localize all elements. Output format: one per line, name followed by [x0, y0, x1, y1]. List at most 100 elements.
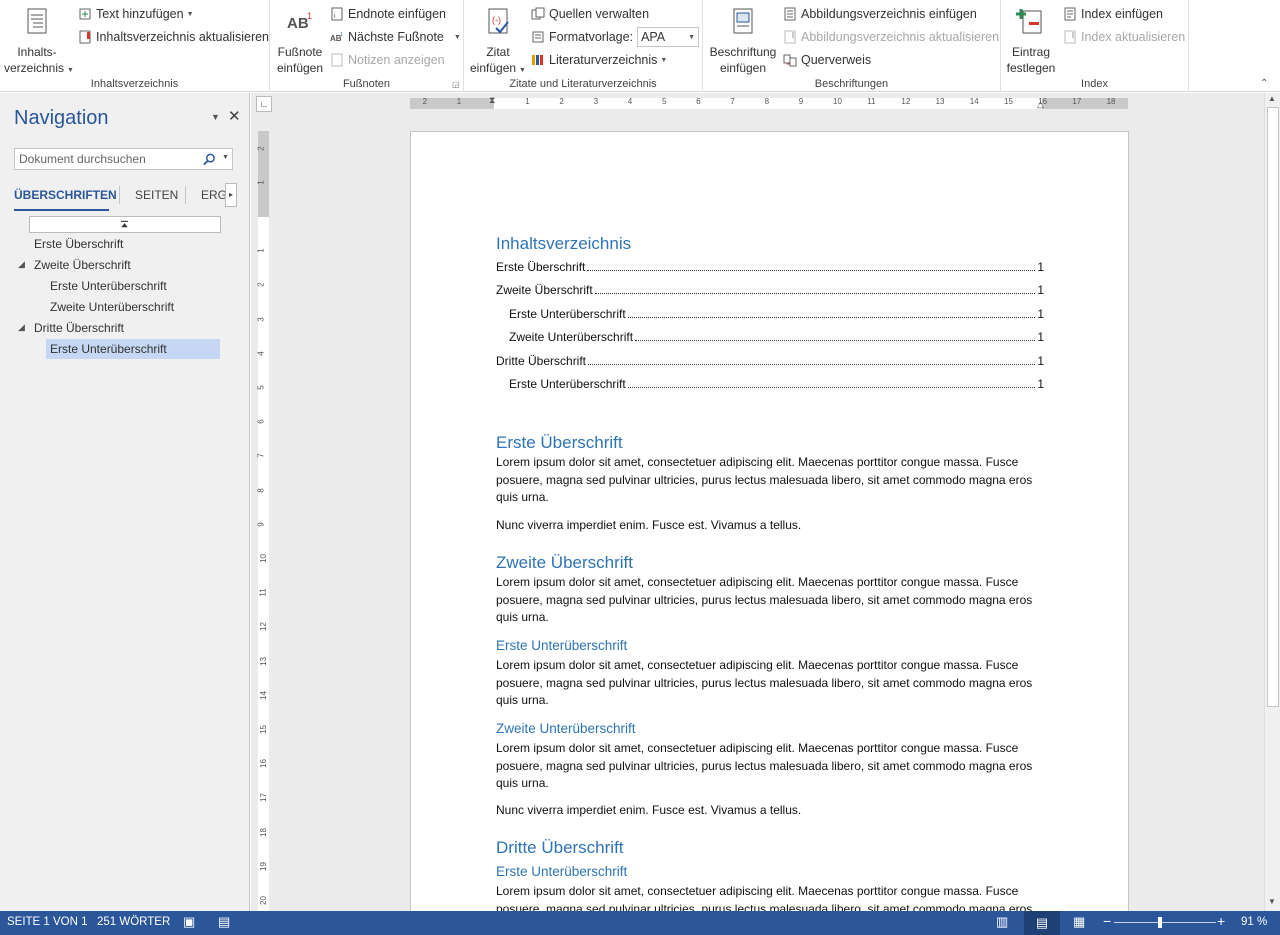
update-toc-button[interactable]: Inhaltsverzeichnis aktualisieren: [78, 27, 269, 47]
ruler-tick-label: 17: [258, 793, 268, 803]
expand-triangle-icon[interactable]: ◢: [18, 322, 25, 333]
insert-index-button[interactable]: Index einfügen: [1063, 4, 1163, 24]
right-indent-marker-icon[interactable]: △: [1037, 99, 1044, 110]
search-icon[interactable]: [203, 153, 216, 166]
insert-endnote-button[interactable]: i Endnote einfügen: [330, 4, 446, 24]
toc-icon: [27, 8, 47, 34]
page-count[interactable]: SEITE 1 VON 1: [7, 916, 88, 928]
toc-entry[interactable]: Dritte Überschrift 1: [496, 352, 1044, 368]
heading-sub3: Erste Unterüberschrift: [496, 864, 628, 879]
toc-entry[interactable]: Erste Überschrift 1: [496, 258, 1044, 274]
manage-sources-button[interactable]: Quellen verwalten: [531, 4, 649, 24]
collapse-ribbon-icon[interactable]: ⌃: [1260, 78, 1268, 89]
ruler-tick-label: 4: [627, 97, 633, 106]
vertical-ruler[interactable]: 2 1 1 2 3 4 5 6 7 8 9 10 11 12 13 14 15 16 17 18 19 20: [256, 131, 269, 911]
update-tof-button[interactable]: Abbildungsverzeichnis aktualisieren: [783, 27, 999, 47]
body-paragraph: Lorem ipsum dolor sit amet, consectetuer…: [496, 658, 1033, 707]
mark-entry-button[interactable]: Eintrag festlegen: [1003, 6, 1059, 76]
ruler-margin-top: [258, 131, 269, 217]
zoom-out-icon[interactable]: −: [1103, 913, 1111, 929]
update-index-icon: [1064, 30, 1076, 44]
style-icon: [532, 31, 544, 43]
document-page[interactable]: Inhaltsverzeichnis Erste Überschrift 1 Zw…: [410, 131, 1129, 931]
next-footnote-button[interactable]: AB 1 Nächste Fußnote ▼: [330, 27, 461, 47]
toc-label-1: Inhalts-: [17, 45, 57, 59]
scroll-up-icon[interactable]: ▲: [1268, 94, 1276, 103]
tree-item-erste-unterueberschrift-selected[interactable]: Erste Unterüberschrift: [46, 339, 220, 359]
chevron-down-icon: ▼: [453, 33, 461, 41]
pane-options-icon[interactable]: ▼: [211, 112, 220, 122]
ruler-tick-label: 11: [258, 588, 268, 597]
expand-triangle-icon[interactable]: ◢: [18, 259, 25, 270]
style-dropdown[interactable]: APA ▼: [637, 27, 700, 47]
toc-entry[interactable]: Zweite Überschrift 1: [496, 281, 1044, 297]
collapse-all-button[interactable]: [29, 216, 221, 233]
ruler-tick-label: 1: [256, 248, 266, 253]
group-zitate: (-) Zitat einfügen ▼ Quellen verwalten Fo…: [464, 0, 703, 92]
ruler-tick-label: 10: [833, 97, 842, 106]
citation-icon: (-): [488, 8, 509, 34]
insert-footnote-button[interactable]: AB 1 Fußnote einfügen: [274, 6, 326, 76]
body-paragraph: Lorem ipsum dolor sit amet, consectetuer…: [496, 575, 1033, 624]
group-label: Fußnoten: [342, 78, 391, 90]
tab-headings[interactable]: ÜBERSCHRIFTEN: [14, 188, 117, 202]
proofing-icon[interactable]: ▣: [183, 914, 195, 930]
tree-item-erste-ueberschrift[interactable]: Erste Überschrift: [34, 234, 220, 254]
chevron-down-icon: ▼: [186, 10, 194, 18]
cross-reference-button[interactable]: Querverweis: [783, 50, 871, 70]
group-inhaltsverzeichnis: Inhalts- verzeichnis ▼ Text hinzufügen ▼ I…: [0, 0, 270, 92]
insert-tof-button[interactable]: Abbildungsverzeichnis einfügen: [783, 4, 977, 24]
ruler-tick-label: 1: [256, 180, 266, 185]
print-layout-icon[interactable]: ▤: [1024, 911, 1060, 935]
group-dialog-launcher-icon[interactable]: ◲: [452, 80, 460, 89]
show-notes-button[interactable]: Notizen anzeigen: [330, 50, 445, 70]
toc-entry[interactable]: Erste Unterüberschrift 1: [509, 375, 1044, 391]
zoom-slider-handle[interactable]: [1158, 917, 1162, 928]
toc-button[interactable]: Inhalts- verzeichnis ▼: [4, 6, 74, 79]
chevron-down-icon[interactable]: ▼: [222, 154, 229, 161]
caption-icon: [733, 8, 753, 34]
ruler-tick-label: 4: [256, 351, 266, 356]
status-bar: SEITE 1 VON 1 251 WÖRTER ▣ ▤ ▥ ▤ ▦ − + 9…: [0, 911, 1280, 935]
tree-item-dritte-ueberschrift[interactable]: Dritte Überschrift: [34, 318, 220, 338]
add-text-button[interactable]: Text hinzufügen ▼: [78, 4, 194, 24]
vertical-scrollbar[interactable]: ▲ ▼: [1264, 93, 1280, 911]
scroll-down-icon[interactable]: ▼: [1268, 897, 1276, 906]
ruler-tick-label: 8: [256, 487, 266, 493]
tab-scroll-right-icon[interactable]: ▸: [225, 183, 237, 207]
ruler-tick-label: 8: [764, 97, 770, 106]
zoom-in-icon[interactable]: +: [1217, 913, 1225, 929]
svg-text:1: 1: [307, 11, 312, 21]
toc-entry[interactable]: Zweite Unterüberschrift 1: [509, 328, 1044, 344]
indent-marker-icon[interactable]: ⧗: [489, 95, 495, 106]
tree-item-zweite-ueberschrift[interactable]: Zweite Überschrift: [34, 255, 220, 275]
read-mode-icon[interactable]: ▥: [996, 914, 1008, 930]
zoom-level[interactable]: 91 %: [1241, 916, 1267, 928]
zoom-slider[interactable]: [1114, 922, 1216, 923]
ruler-tick-label: 1: [525, 97, 530, 106]
tab-pages[interactable]: SEITEN: [135, 188, 178, 202]
insert-caption-button[interactable]: Beschriftung einfügen: [707, 6, 779, 76]
web-layout-icon[interactable]: ▦: [1073, 914, 1085, 930]
heading-erste: Erste Überschrift: [496, 433, 623, 452]
tab-selector-icon[interactable]: ∟: [256, 96, 272, 112]
bibliography-button[interactable]: Literaturverzeichnis ▼: [531, 50, 667, 70]
toc-entry[interactable]: Erste Unterüberschrift 1: [509, 305, 1044, 321]
tree-item-zweite-unterueberschrift[interactable]: Zweite Unterüberschrift: [50, 297, 220, 317]
ruler-tick-label: 13: [935, 97, 945, 106]
search-input[interactable]: Dokument durchsuchen ▼: [14, 148, 233, 170]
ruler-tick-label: 15: [1004, 97, 1013, 106]
word-count[interactable]: 251 WÖRTER: [97, 916, 170, 928]
notes-icon: [331, 53, 343, 67]
endnote-icon: i: [331, 7, 343, 21]
macro-record-icon[interactable]: ▤: [218, 914, 230, 930]
ruler-tick-label: 6: [256, 419, 266, 424]
scrollbar-thumb[interactable]: [1267, 107, 1279, 707]
insert-citation-button[interactable]: (-) Zitat einfügen ▼: [468, 6, 528, 79]
horizontal-ruler[interactable]: 2 1 1 2 3 4 5 6 7 8 9 10 11 12 13 14 15 16 17 18 ⧗ △: [410, 95, 1128, 110]
ruler-tick-label: 2: [559, 97, 564, 106]
tree-item-erste-unterueberschrift[interactable]: Erste Unterüberschrift: [50, 276, 220, 296]
update-index-button[interactable]: Index aktualisieren: [1063, 27, 1185, 47]
group-fussnoten: AB 1 Fußnote einfügen i Endnote einfügen …: [270, 0, 464, 92]
close-icon[interactable]: ✕: [228, 107, 241, 125]
